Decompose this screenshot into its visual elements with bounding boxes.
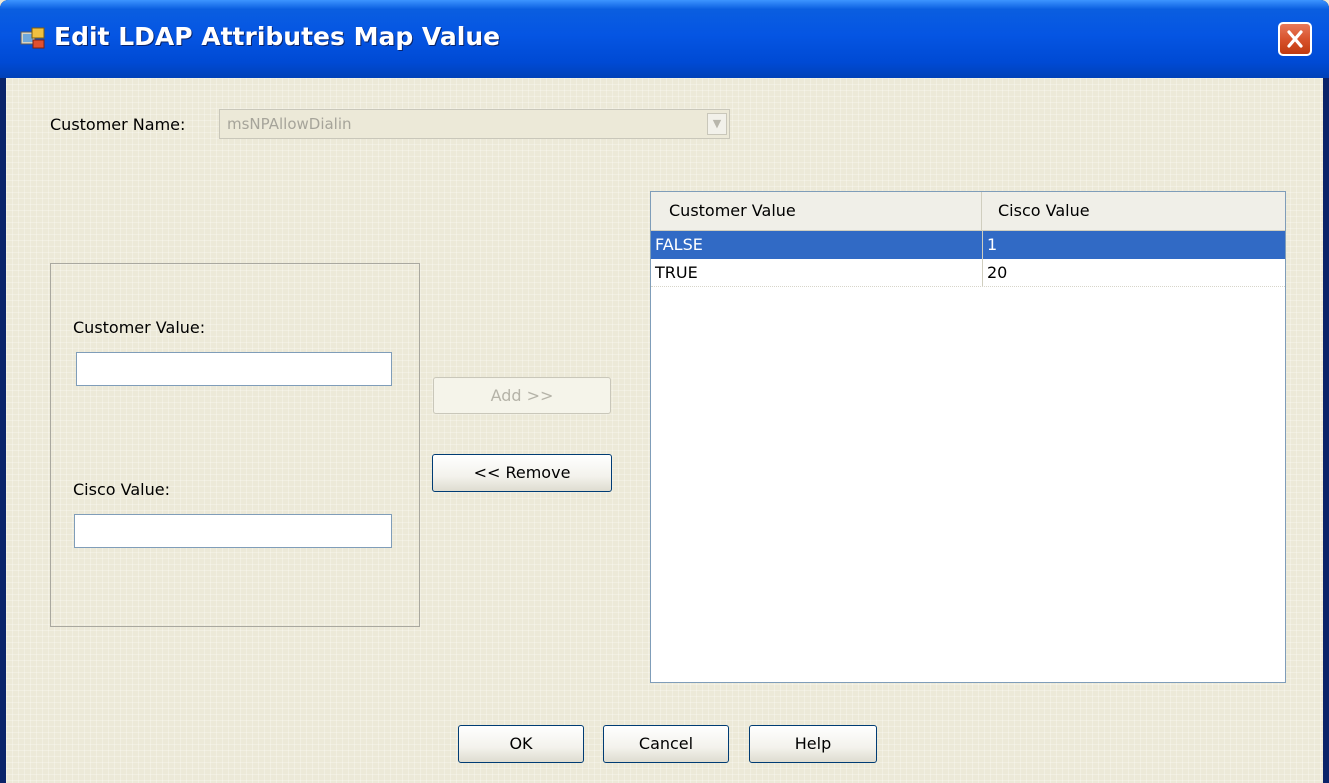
cell-cisco-value: 1 — [987, 235, 998, 254]
cell-customer-value: TRUE — [655, 263, 698, 282]
dialog-title: Edit LDAP Attributes Map Value — [54, 22, 501, 51]
table-row[interactable]: FALSE 1 — [651, 231, 1285, 259]
add-button[interactable]: Add >> — [433, 377, 611, 414]
title-bar[interactable]: Edit LDAP Attributes Map Value — [0, 0, 1329, 78]
customer-name-select: msNPAllowDialin ▼ — [219, 109, 730, 139]
asdm-app-icon — [20, 27, 45, 49]
close-icon — [1287, 30, 1303, 48]
cell-customer-value: FALSE — [655, 235, 703, 254]
table-row[interactable]: TRUE 20 — [651, 259, 1285, 287]
column-header-customer-value[interactable]: Customer Value — [651, 192, 982, 230]
cisco-value-label: Cisco Value: — [73, 480, 170, 499]
column-divider — [982, 259, 983, 287]
customer-value-label: Customer Value: — [73, 318, 206, 337]
table-header: Customer Value Cisco Value — [651, 192, 1285, 231]
row-gridline — [651, 286, 1285, 287]
chevron-down-icon: ▼ — [707, 113, 727, 135]
value-map-table[interactable]: Customer Value Cisco Value FALSE 1 TRUE … — [650, 191, 1286, 683]
cisco-value-input[interactable] — [74, 514, 392, 548]
ok-button[interactable]: OK — [458, 725, 584, 763]
customer-value-input[interactable] — [76, 352, 392, 386]
value-entry-group: Customer Value: Cisco Value: — [50, 263, 420, 627]
remove-button[interactable]: << Remove — [432, 454, 612, 492]
help-button[interactable]: Help — [749, 725, 877, 763]
cancel-button[interactable]: Cancel — [603, 725, 729, 763]
dialog-window: Edit LDAP Attributes Map Value Customer … — [0, 0, 1329, 783]
cell-cisco-value: 20 — [987, 263, 1008, 282]
column-divider — [982, 231, 983, 259]
customer-name-label: Customer Name: — [50, 115, 186, 134]
dialog-body: Customer Name: msNPAllowDialin ▼ Custome… — [6, 78, 1323, 783]
column-header-cisco-value[interactable]: Cisco Value — [982, 192, 1285, 230]
close-button[interactable] — [1278, 22, 1312, 56]
customer-name-value: msNPAllowDialin — [227, 115, 352, 133]
